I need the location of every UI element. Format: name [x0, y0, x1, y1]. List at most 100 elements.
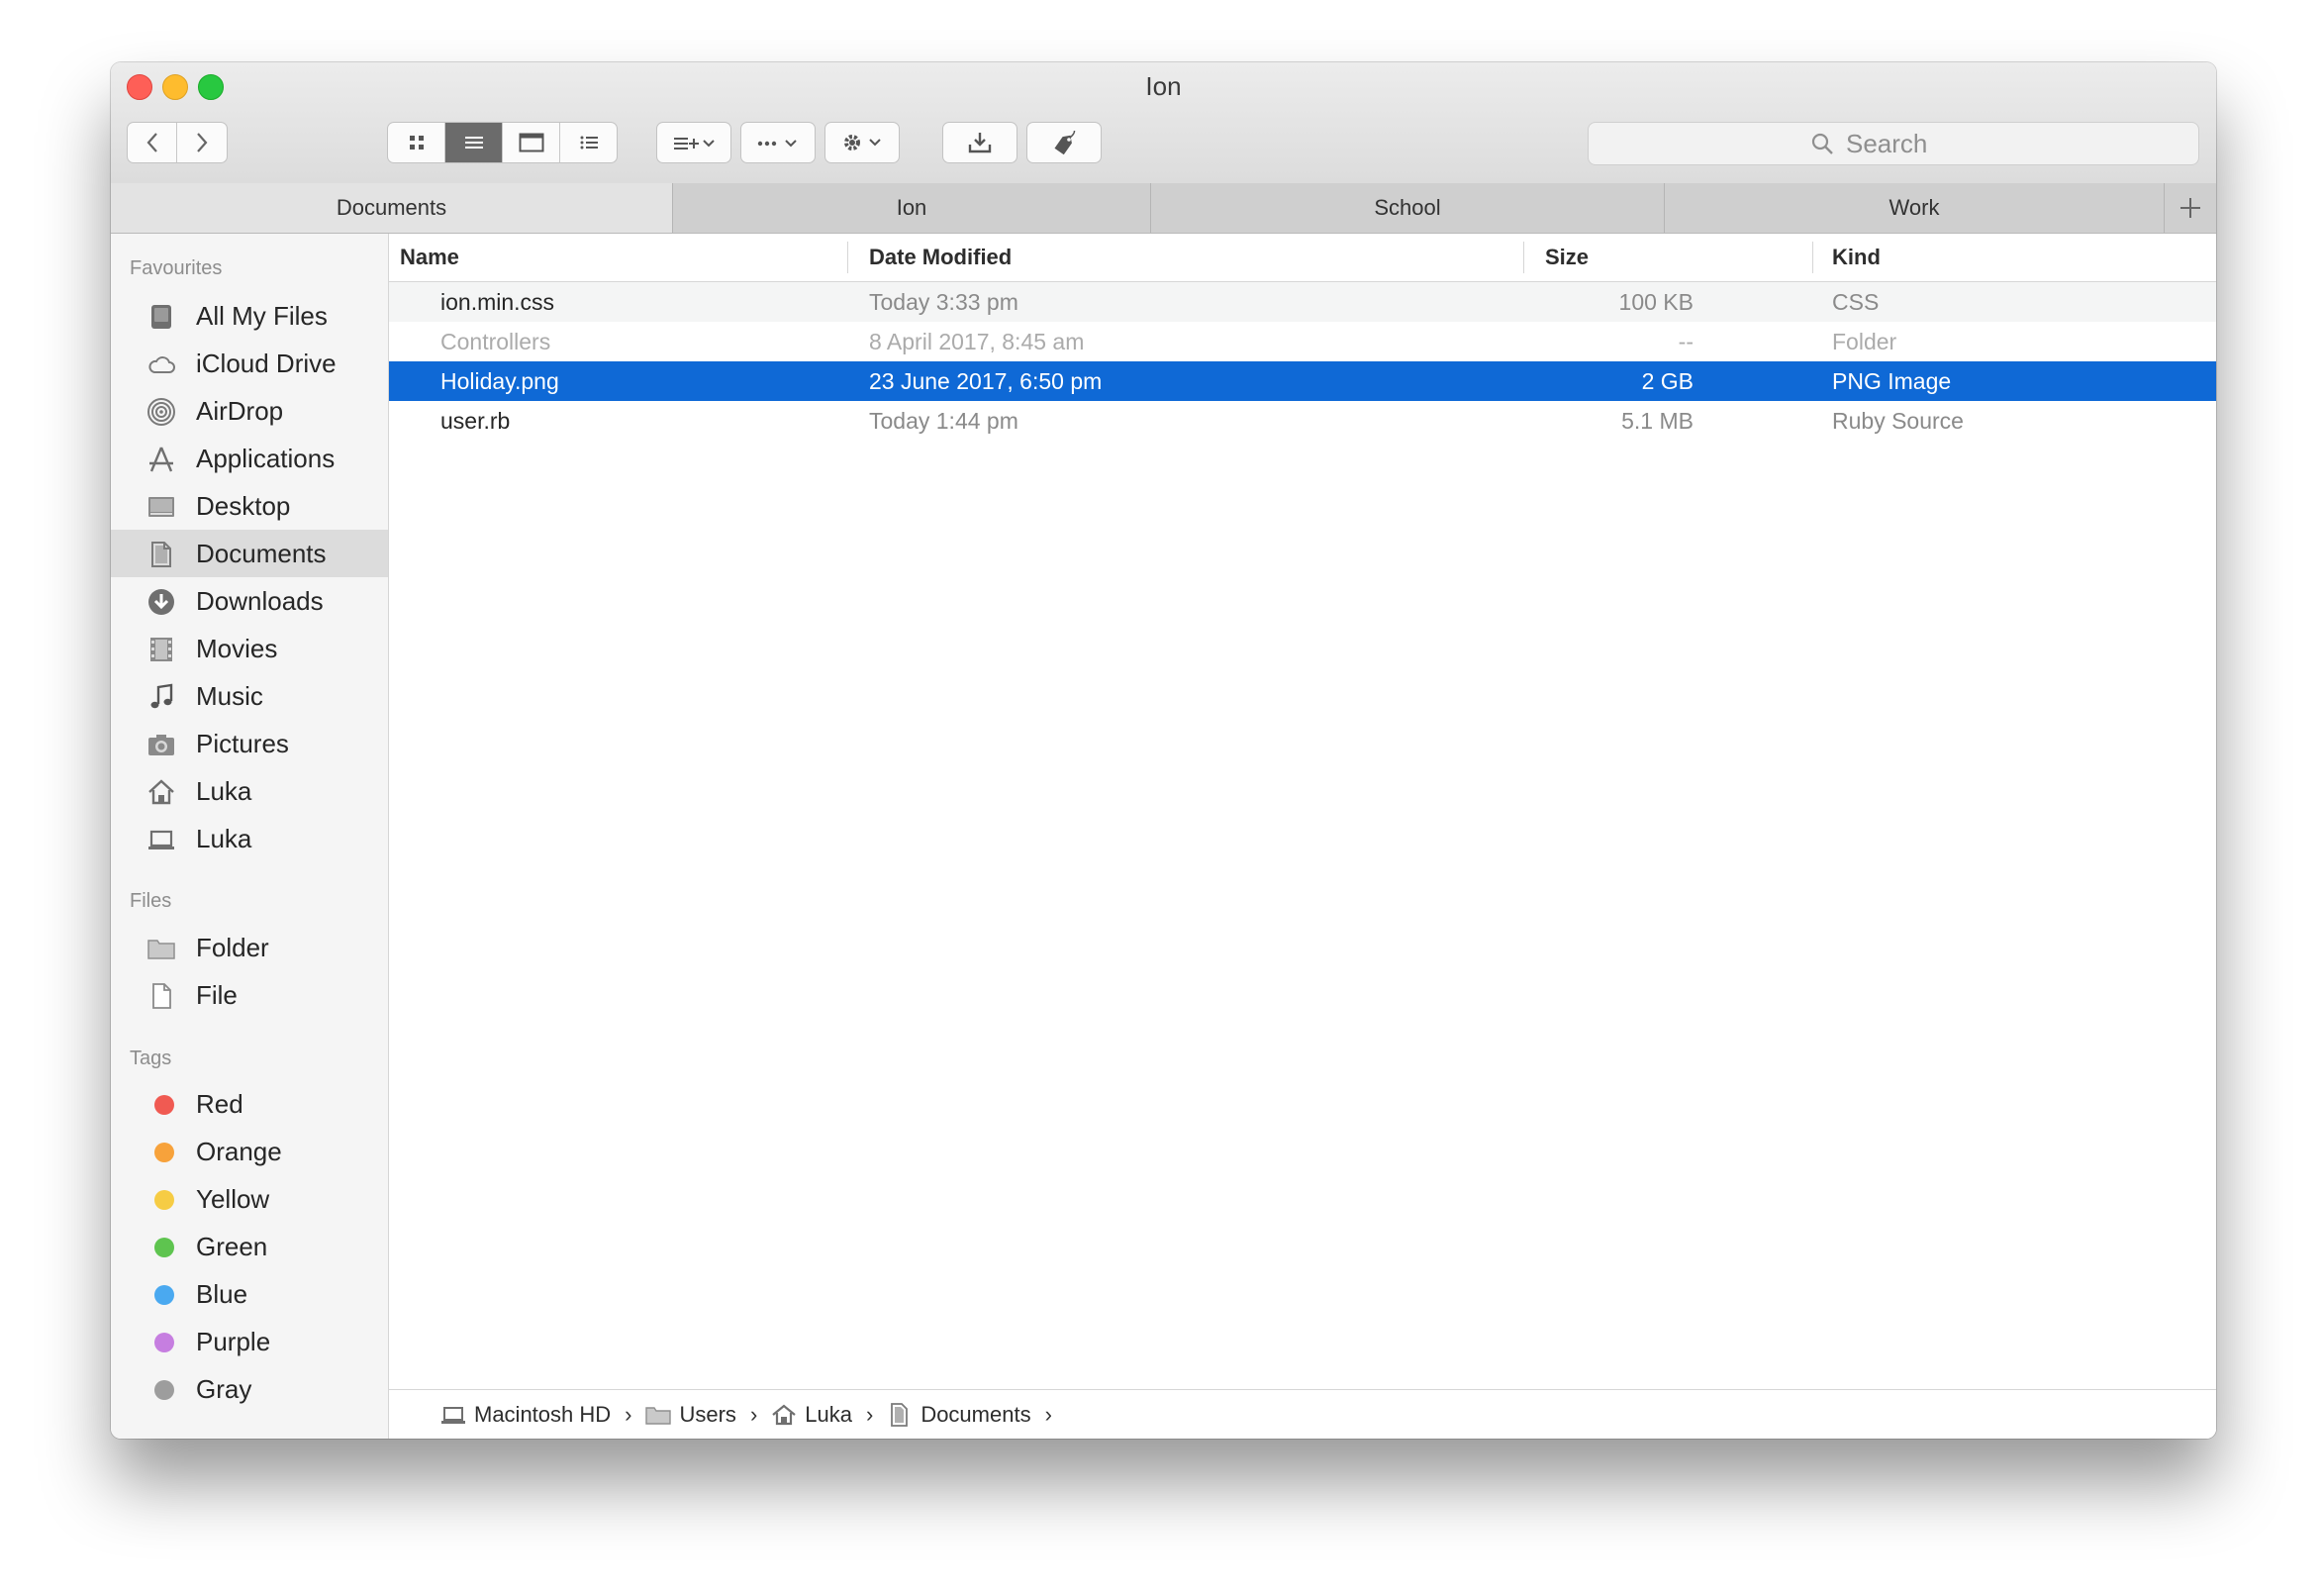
sidebar-item-documents[interactable]: Documents — [111, 530, 388, 577]
sidebar-item-airdrop[interactable]: AirDrop — [111, 387, 388, 435]
orange-tag-icon — [154, 1143, 174, 1162]
list-view-button[interactable] — [445, 123, 503, 162]
column-header-date-modified[interactable]: Date Modified — [869, 234, 1012, 281]
sidebar-tag-green[interactable]: Green — [111, 1223, 388, 1270]
sidebar-item-pictures[interactable]: Pictures — [111, 720, 388, 767]
file-name: Controllers — [440, 328, 551, 354]
tab-documents[interactable]: Documents — [111, 183, 673, 233]
sidebar: Favourites All My Files iCloud Drive Air… — [111, 234, 389, 1439]
column-header-row: Name Date Modified Size Kind — [389, 234, 2216, 282]
file-name: user.rb — [440, 407, 511, 434]
sidebar-section-tags: Tags — [130, 1047, 172, 1069]
file-list: Name Date Modified Size Kind ion.min.css… — [389, 234, 2216, 1439]
camera-icon — [146, 730, 176, 759]
path-item-luka[interactable]: Luka — [771, 1402, 852, 1428]
group-by-button[interactable] — [656, 122, 731, 163]
file-name: Holiday.png — [440, 367, 559, 394]
sidebar-item-label: Music — [196, 680, 263, 711]
sidebar-item-folder[interactable]: Folder — [111, 924, 388, 971]
all-files-icon — [146, 302, 176, 332]
sidebar-item-home[interactable]: Luka — [111, 767, 388, 815]
sidebar-item-label: All My Files — [196, 300, 328, 331]
cloud-icon — [146, 349, 176, 379]
sidebar-item-label: Blue — [196, 1278, 248, 1309]
gallery-view-button[interactable] — [560, 123, 617, 162]
sidebar-tag-red[interactable]: Red — [111, 1080, 388, 1128]
tag-button[interactable] — [1026, 122, 1102, 163]
column-divider[interactable] — [1523, 242, 1524, 273]
file-size: -- — [1678, 328, 1694, 354]
new-tab-button[interactable] — [2165, 183, 2216, 233]
path-item-macintosh-hd[interactable]: Macintosh HD — [440, 1402, 611, 1428]
search-input[interactable] — [1844, 127, 1977, 160]
sidebar-tag-purple[interactable]: Purple — [111, 1318, 388, 1365]
sidebar-item-applications[interactable]: Applications — [111, 435, 388, 482]
action-button[interactable] — [824, 122, 900, 163]
path-item-documents[interactable]: Documents — [887, 1401, 1031, 1428]
tab-work[interactable]: Work — [1665, 183, 2165, 233]
column-header-kind[interactable]: Kind — [1832, 234, 1881, 281]
home-icon — [772, 1404, 796, 1425]
sidebar-tag-yellow[interactable]: Yellow — [111, 1175, 388, 1223]
navigation-buttons — [127, 122, 228, 163]
sidebar-item-computer[interactable]: Luka — [111, 815, 388, 862]
sidebar-item-label: Folder — [196, 932, 269, 962]
green-tag-icon — [154, 1238, 174, 1257]
gray-tag-icon — [154, 1380, 174, 1400]
airdrop-icon — [146, 397, 176, 427]
sidebar-section-files: Files — [130, 890, 172, 912]
folder-icon — [645, 1406, 672, 1425]
table-row[interactable]: user.rb Today 1:44 pm 5.1 MB Ruby Source — [389, 401, 2216, 441]
laptop-icon — [146, 825, 176, 854]
sidebar-item-music[interactable]: Music — [111, 672, 388, 720]
list-icon — [464, 137, 483, 149]
chevron-right-icon: › — [625, 1401, 632, 1427]
download-button[interactable] — [942, 122, 1017, 163]
table-row[interactable]: Holiday.png 23 June 2017, 6:50 pm 2 GB P… — [389, 361, 2216, 401]
sidebar-tag-gray[interactable]: Gray — [111, 1365, 388, 1413]
table-row[interactable]: Controllers 8 April 2017, 8:45 am -- Fol… — [389, 322, 2216, 361]
path-label: Documents — [920, 1401, 1031, 1427]
search-field[interactable] — [1588, 122, 2199, 165]
sidebar-item-label: Orange — [196, 1136, 282, 1166]
path-bar: Macintosh HD › Users › Luka › Documents … — [389, 1389, 2216, 1439]
tab-ion[interactable]: Ion — [673, 183, 1151, 233]
path-item-users[interactable]: Users — [645, 1402, 736, 1428]
file-date: 23 June 2017, 6:50 pm — [869, 367, 1103, 394]
chevron-right-icon: › — [1044, 1401, 1052, 1427]
icon-view-button[interactable] — [388, 123, 445, 162]
file-size: 5.1 MB — [1621, 407, 1694, 434]
desktop-icon — [146, 492, 176, 522]
sidebar-item-downloads[interactable]: Downloads — [111, 577, 388, 625]
more-button[interactable] — [740, 122, 816, 163]
column-divider[interactable] — [1812, 242, 1813, 273]
sidebar-tag-blue[interactable]: Blue — [111, 1270, 388, 1318]
back-button[interactable] — [128, 123, 177, 162]
file-date: Today 1:44 pm — [869, 407, 1018, 434]
ellipsis-icon — [757, 140, 797, 148]
sidebar-item-label: Movies — [196, 633, 278, 663]
sidebar-item-label: Green — [196, 1231, 268, 1261]
sidebar-item-all-my-files[interactable]: All My Files — [111, 292, 388, 340]
sidebar-item-movies[interactable]: Movies — [111, 625, 388, 672]
downloads-icon — [146, 587, 176, 617]
column-divider[interactable] — [847, 242, 848, 273]
sidebar-section-favourites: Favourites — [130, 257, 223, 279]
sidebar-item-label: Documents — [196, 538, 327, 568]
sidebar-item-label: Pictures — [196, 728, 289, 758]
sidebar-item-file[interactable]: File — [111, 971, 388, 1019]
file-icon — [146, 981, 176, 1011]
sidebar-item-desktop[interactable]: Desktop — [111, 482, 388, 530]
tab-school[interactable]: School — [1151, 183, 1665, 233]
download-tray-icon — [968, 133, 992, 153]
table-row[interactable]: ion.min.css Today 3:33 pm 100 KB CSS — [389, 282, 2216, 322]
column-view-button[interactable] — [503, 123, 560, 162]
sidebar-item-icloud-drive[interactable]: iCloud Drive — [111, 340, 388, 387]
column-header-name[interactable]: Name — [400, 234, 459, 281]
sidebar-tag-orange[interactable]: Orange — [111, 1128, 388, 1175]
column-header-size[interactable]: Size — [1545, 234, 1589, 281]
search-icon — [1811, 133, 1833, 154]
sidebar-item-label: Downloads — [196, 585, 324, 616]
forward-button[interactable] — [177, 123, 227, 162]
window-title: Ion — [1145, 71, 1182, 101]
